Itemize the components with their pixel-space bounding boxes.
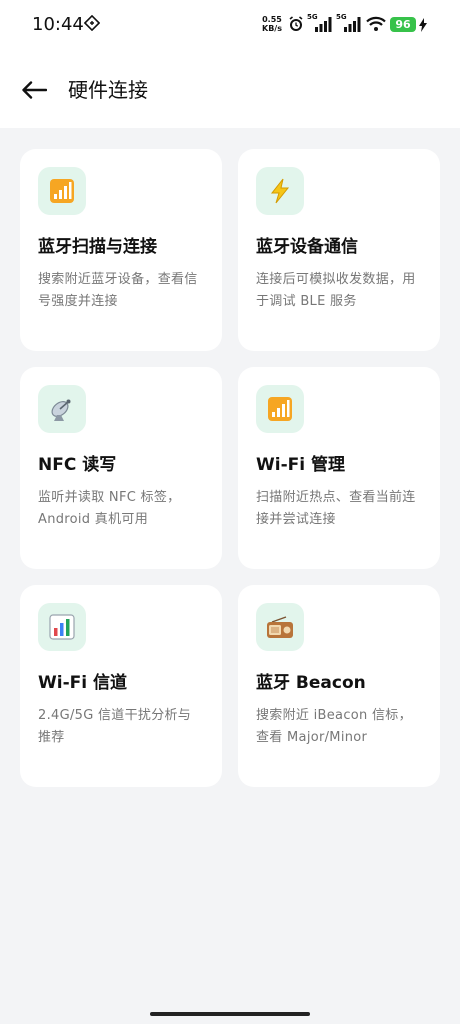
vpn-icon xyxy=(83,14,101,35)
charging-icon xyxy=(419,17,427,36)
battery-level: 96 xyxy=(390,17,416,32)
card-description: 监听并读取 NFC 标签，Android 真机可用 xyxy=(38,490,181,527)
home-indicator[interactable] xyxy=(150,1012,310,1016)
radio-icon xyxy=(256,603,304,651)
card-title: Wi-Fi 信道 xyxy=(38,673,127,693)
signal-bars-icon xyxy=(38,167,86,215)
back-button[interactable] xyxy=(18,76,50,104)
card-description: 扫描附近热点、查看当前连接并尝试连接 xyxy=(256,490,416,527)
card-description: 2.4G/5G 信道干扰分析与推荐 xyxy=(38,708,192,745)
alarm-icon xyxy=(287,15,305,37)
signal-icon-sim1 xyxy=(307,14,333,38)
card-wifi-channel[interactable]: Wi-Fi 信道 2.4G/5G 信道干扰分析与推荐 xyxy=(20,585,222,787)
card-title: Wi-Fi 管理 xyxy=(256,455,345,475)
signal-bars-icon xyxy=(256,385,304,433)
card-bluetooth-beacon[interactable]: 蓝牙 Beacon 搜索附近 iBeacon 信标，查看 Major/Minor xyxy=(238,585,440,787)
wifi-icon xyxy=(366,16,386,36)
card-bluetooth-scan[interactable]: 蓝牙扫描与连接 搜索附近蓝牙设备，查看信号强度并连接 xyxy=(20,149,222,351)
status-bar: 10:44 0.55 KB/s 5G 5G 96 xyxy=(0,0,460,50)
satellite-dish-icon xyxy=(38,385,86,433)
network-speed-value: 0.55 xyxy=(262,15,282,24)
status-time: 10:44 xyxy=(32,14,84,35)
app-header: 硬件连接 xyxy=(0,62,460,118)
card-nfc[interactable]: NFC 读写 监听并读取 NFC 标签，Android 真机可用 xyxy=(20,367,222,569)
signal-icon-sim2 xyxy=(336,14,362,38)
card-title: 蓝牙扫描与连接 xyxy=(38,237,157,257)
card-description: 搜索附近 iBeacon 信标，查看 Major/Minor xyxy=(256,708,412,745)
bar-chart-icon xyxy=(38,603,86,651)
feature-grid: 蓝牙扫描与连接 搜索附近蓝牙设备，查看信号强度并连接 蓝牙设备通信 连接后可模拟… xyxy=(20,149,440,787)
lightning-icon xyxy=(256,167,304,215)
page-title: 硬件连接 xyxy=(68,78,148,102)
top-area: 10:44 0.55 KB/s 5G 5G 96 硬件连接 xyxy=(0,0,460,128)
card-title: 蓝牙 Beacon xyxy=(256,673,366,693)
card-bluetooth-comm[interactable]: 蓝牙设备通信 连接后可模拟收发数据，用于调试 BLE 服务 xyxy=(238,149,440,351)
card-title: 蓝牙设备通信 xyxy=(256,237,358,257)
network-speed: 0.55 KB/s xyxy=(262,15,282,33)
arrow-left-icon xyxy=(22,81,47,99)
card-title: NFC 读写 xyxy=(38,455,117,475)
card-description: 连接后可模拟收发数据，用于调试 BLE 服务 xyxy=(256,272,416,309)
card-description: 搜索附近蓝牙设备，查看信号强度并连接 xyxy=(38,272,198,309)
card-wifi-manage[interactable]: Wi-Fi 管理 扫描附近热点、查看当前连接并尝试连接 xyxy=(238,367,440,569)
network-speed-unit: KB/s xyxy=(262,24,282,33)
